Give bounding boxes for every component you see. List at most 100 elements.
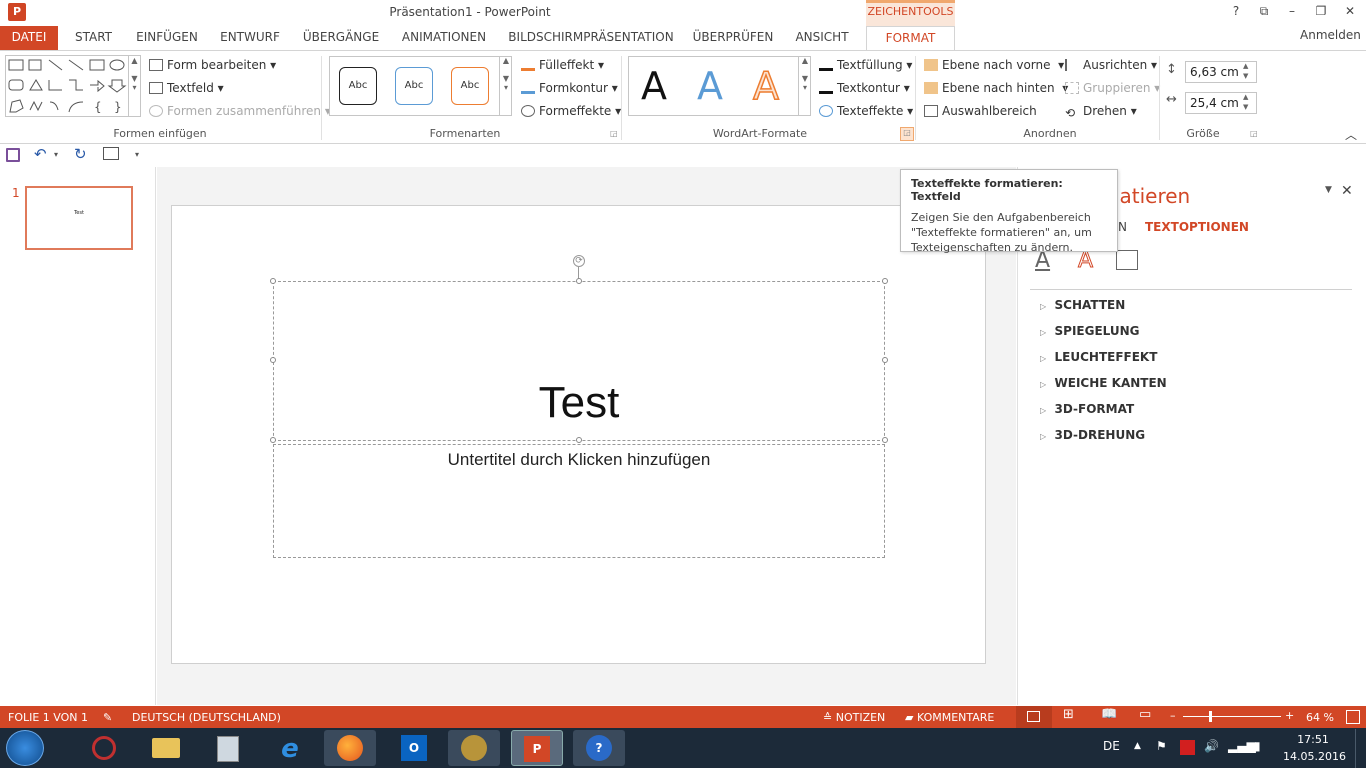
snipping-tool-icon[interactable] [78,730,130,766]
edit-shape-button[interactable]: Form bearbeiten ▾ [149,58,276,72]
internet-explorer-icon[interactable]: e [264,730,316,766]
firefox-icon[interactable] [324,730,376,766]
antivirus-icon[interactable] [1180,740,1195,755]
text-effects-button[interactable]: Texteffekte ▾ [819,104,913,118]
align-button[interactable]: Ausrichten ▾ [1065,58,1157,72]
spellcheck-icon[interactable]: ✎ [103,711,112,724]
game-icon[interactable] [448,730,500,766]
tab-bildschirmpraesentation[interactable]: BILDSCHIRMPRÄSENTATION [505,26,677,50]
slide-thumbnail[interactable]: Test [25,186,133,250]
show-desktop-button[interactable] [1355,729,1366,768]
language-indicator[interactable]: DEUTSCH (DEUTSCHLAND) [132,711,281,724]
clock-time[interactable]: 17:51 [1283,733,1343,746]
repeat-icon[interactable]: ↻ [74,145,87,163]
close-icon[interactable]: ✕ [1340,4,1360,20]
zoom-level[interactable]: 64 % [1306,711,1334,724]
reading-view-icon[interactable]: 📖 [1101,707,1117,722]
start-slideshow-icon[interactable] [103,147,119,160]
resize-handle[interactable] [882,357,888,363]
tab-ansicht[interactable]: ANSICHT [788,26,856,50]
subtitle-text[interactable]: Untertitel durch Klicken hinzufügen [273,450,885,470]
restore-icon[interactable]: ❐ [1311,4,1331,20]
tab-uebergaenge[interactable]: ÜBERGÄNGE [298,26,384,50]
section-soft-edges[interactable]: ▷ WEICHE KANTEN [1040,376,1167,390]
textbox-button[interactable]: Textfeld ▾ [149,81,224,95]
resize-handle[interactable] [576,278,582,284]
shapes-scroll[interactable]: ▲ ▼ ▾ [128,56,140,116]
minimize-icon[interactable]: – [1282,4,1302,20]
save-icon[interactable] [6,148,20,162]
bring-forward-button[interactable]: Ebene nach vorne ▾ [924,58,1064,72]
resize-handle[interactable] [270,278,276,284]
tab-text-options[interactable]: TEXTOPTIONEN [1145,220,1249,234]
input-language[interactable]: DE [1103,739,1120,753]
powerpoint-taskbar-icon[interactable]: P [511,730,563,766]
size-dialog-launcher-icon[interactable]: ◲ [1250,129,1258,138]
merge-shapes-button[interactable]: Formen zusammenführen ▾ [149,104,331,118]
textbox-layout-icon[interactable] [1116,250,1138,270]
shape-styles-scroll[interactable]: ▲ ▼ ▾ [499,56,512,116]
tab-datei[interactable]: DATEI [0,26,58,50]
wordart-scroll[interactable]: ▲ ▼ ▾ [798,56,811,116]
tab-format[interactable]: FORMAT [866,26,955,51]
section-shadow[interactable]: ▷ SCHATTEN [1040,298,1125,312]
wordart-dialog-launcher-icon[interactable]: ◲ [900,127,914,141]
ribbon-display-icon[interactable]: ⧉ [1254,4,1274,20]
shape-style-preview[interactable]: Abc [451,67,489,105]
send-backward-button[interactable]: Ebene nach hinten ▾ [924,81,1068,95]
text-outline-button[interactable]: Textkontur ▾ [819,81,910,95]
height-spinner[interactable]: ▲ ▼ [1243,61,1248,81]
zoom-in-button[interactable]: + [1285,709,1294,722]
wordart-preview[interactable]: A [752,63,780,109]
help-icon[interactable]: ? [1226,4,1246,20]
tab-einfuegen[interactable]: EINFÜGEN [132,26,202,50]
section-3d-format[interactable]: ▷ 3D-FORMAT [1040,402,1134,416]
tab-animationen[interactable]: ANIMATIONEN [394,26,494,50]
tab-entwurf[interactable]: ENTWURF [216,26,284,50]
shape-outline-button[interactable]: Formkontur ▾ [521,81,618,95]
comments-button[interactable]: ▰ KOMMENTARE [905,711,994,724]
group-button[interactable]: Gruppieren ▾ [1065,81,1160,95]
shape-style-preview[interactable]: Abc [339,67,377,105]
calculator-icon[interactable] [202,730,254,766]
zoom-slider-thumb[interactable] [1209,711,1212,722]
zoom-slider-track[interactable] [1183,716,1281,717]
shapes-gallery[interactable]: {} [5,55,141,117]
text-fill-button[interactable]: Textfüllung ▾ [819,58,912,72]
signin-link[interactable]: Anmelden [1300,28,1361,42]
windows-start-icon[interactable] [6,730,44,766]
shape-style-preview[interactable]: Abc [395,67,433,105]
tab-ueberpruefen[interactable]: ÜBERPRÜFEN [689,26,777,50]
pane-options-icon[interactable]: ▼ [1325,185,1332,195]
rotate-handle-icon[interactable]: ⟳ [573,255,585,267]
tab-shape-options[interactable]: N [1118,220,1127,234]
selection-pane-button[interactable]: Auswahlbereich [924,104,1037,118]
section-3d-rotation[interactable]: ▷ 3D-DREHUNG [1040,428,1145,442]
pane-close-icon[interactable]: ✕ [1341,183,1353,199]
shape-effects-button[interactable]: Formeffekte ▾ [521,104,621,118]
fit-to-window-icon[interactable] [1346,710,1360,724]
section-reflection[interactable]: ▷ SPIEGELUNG [1040,324,1140,338]
notes-button[interactable]: ≙ NOTIZEN [823,711,885,724]
tray-expand-icon[interactable]: ▲ [1134,741,1141,751]
resize-handle[interactable] [882,437,888,443]
resize-handle[interactable] [882,278,888,284]
network-icon[interactable]: ▂▄▆ [1228,739,1256,753]
clock-date[interactable]: 14.05.2016 [1283,750,1346,763]
slide-counter[interactable]: FOLIE 1 VON 1 [8,711,88,724]
slideshow-view-icon[interactable]: ▭ [1139,707,1151,722]
explorer-icon[interactable] [140,730,192,766]
slide-sorter-icon[interactable]: ⊞ [1063,707,1074,722]
section-glow[interactable]: ▷ LEUCHTEFFEKT [1040,350,1157,364]
wordart-preview[interactable]: A [641,64,667,108]
resize-handle[interactable] [576,437,582,443]
resize-handle[interactable] [270,437,276,443]
action-center-icon[interactable]: ⚑ [1156,739,1167,753]
wordart-preview[interactable]: A [697,64,723,108]
collapse-ribbon-icon[interactable]: ︿ [1345,126,1357,143]
undo-icon[interactable]: ↶ [34,145,47,163]
shape-fill-button[interactable]: Fülleffekt ▾ [521,58,604,72]
rotate-button[interactable]: ⟲ Drehen ▾ [1065,104,1137,120]
tab-start[interactable]: START [66,26,121,50]
width-spinner[interactable]: ▲ ▼ [1243,92,1248,112]
